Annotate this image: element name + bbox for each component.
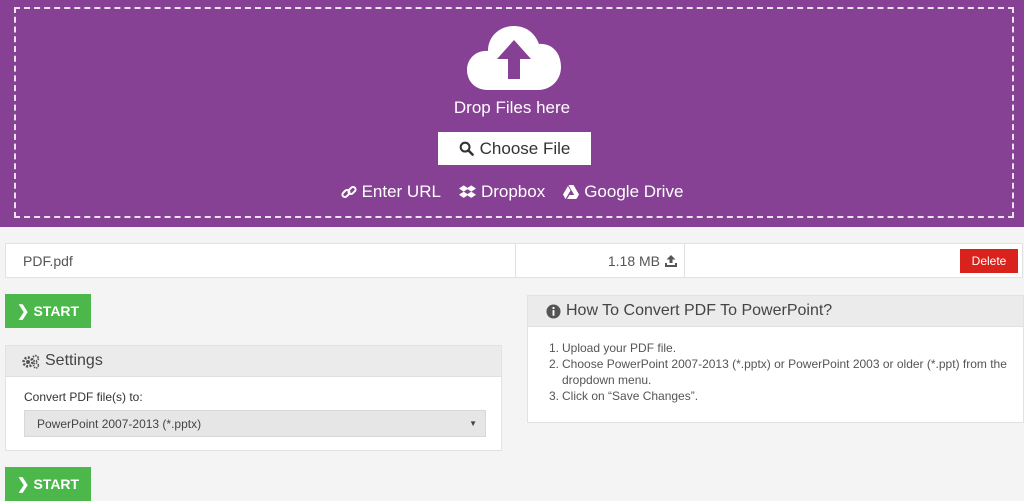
format-select-value: PowerPoint 2007-2013 (*.pptx) bbox=[37, 416, 202, 431]
drop-files-text: Drop Files here bbox=[453, 98, 571, 117]
upload-sources: Enter URL Dropbox Google Drive bbox=[0, 182, 1024, 202]
cloud-upload-icon bbox=[467, 26, 561, 90]
settings-header: Settings bbox=[6, 346, 501, 377]
dropbox-link[interactable]: Dropbox bbox=[458, 182, 546, 202]
delete-button[interactable]: Delete bbox=[960, 248, 1018, 273]
gears-icon bbox=[22, 354, 40, 369]
file-row: PDF.pdf 1.18 MB Delete bbox=[5, 243, 1023, 278]
howto-step: 2. Choose PowerPoint 2007-2013 (*.pptx) o… bbox=[549, 357, 1007, 387]
search-icon bbox=[459, 141, 474, 156]
chevron-right-icon: ❯ bbox=[16, 303, 30, 320]
google-drive-icon bbox=[563, 184, 580, 199]
chevron-right-icon: ❯ bbox=[16, 476, 30, 493]
howto-steps: 1. Upload your PDF file. 2. Choose PowerPo… bbox=[549, 340, 1009, 404]
start-button-top[interactable]: ❯ START bbox=[5, 294, 91, 328]
enter-url-label: Enter URL bbox=[361, 182, 441, 201]
upload-dropzone[interactable]: Drop Files here Choose File Enter URL Dr… bbox=[0, 0, 1024, 227]
howto-header: How To Convert PDF To PowerPoint? bbox=[528, 296, 1023, 327]
file-actions: Delete bbox=[685, 244, 1022, 277]
format-select[interactable]: PowerPoint 2007-2013 (*.pptx) ▼ bbox=[24, 410, 486, 437]
howto-step: 1. Upload your PDF file. bbox=[549, 341, 677, 355]
info-circle-icon bbox=[546, 303, 561, 319]
dropdown-arrow-icon: ▼ bbox=[469, 419, 477, 428]
choose-file-button[interactable]: Choose File bbox=[438, 132, 591, 165]
settings-panel: Settings Convert PDF file(s) to: PowerPo… bbox=[5, 345, 502, 451]
choose-file-label: Choose File bbox=[479, 138, 571, 158]
file-size-cell: 1.18 MB bbox=[516, 244, 685, 277]
start-label: START bbox=[33, 476, 80, 492]
enter-url-link[interactable]: Enter URL bbox=[341, 182, 441, 202]
dropbox-label: Dropbox bbox=[480, 182, 546, 201]
upload-icon bbox=[665, 254, 677, 267]
file-size: 1.18 MB bbox=[607, 252, 660, 269]
google-drive-link[interactable]: Google Drive bbox=[563, 182, 683, 202]
convert-to-label: Convert PDF file(s) to: bbox=[24, 390, 143, 404]
dropbox-icon bbox=[458, 185, 476, 198]
settings-title: Settings bbox=[45, 352, 103, 369]
howto-step: 3. Click on “Save Changes”. bbox=[549, 389, 699, 403]
start-label: START bbox=[33, 303, 80, 319]
file-name: PDF.pdf bbox=[6, 244, 516, 277]
link-icon bbox=[341, 185, 357, 199]
howto-title: How To Convert PDF To PowerPoint? bbox=[566, 302, 833, 319]
start-button-bottom[interactable]: ❯ START bbox=[5, 467, 91, 501]
howto-panel: How To Convert PDF To PowerPoint? 1. Uplo… bbox=[527, 295, 1024, 423]
google-drive-label: Google Drive bbox=[584, 182, 684, 201]
